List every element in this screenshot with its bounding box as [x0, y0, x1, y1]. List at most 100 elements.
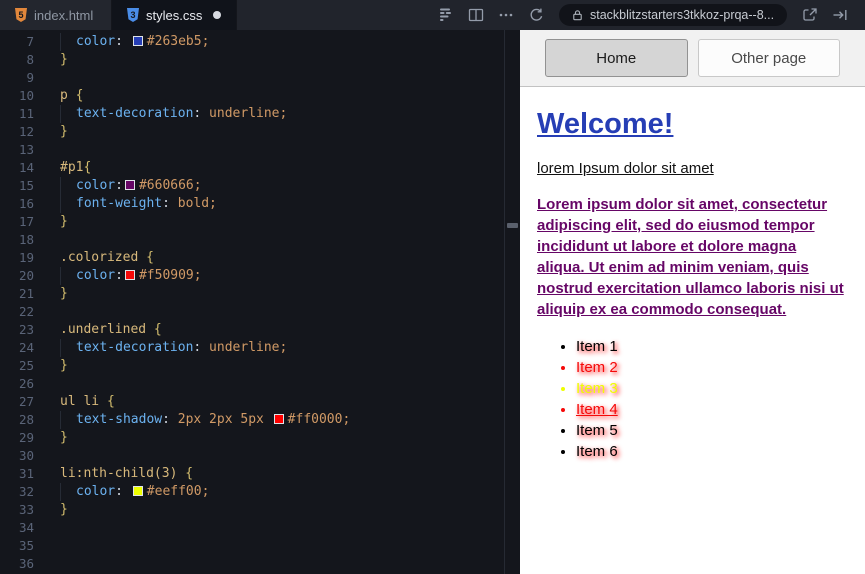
token-val: bold;: [169, 196, 217, 211]
code-line[interactable]: 17}: [0, 213, 520, 231]
code-line[interactable]: 19 .colorized {: [0, 249, 520, 267]
line-content: [34, 537, 60, 555]
token-prop: font-weight: [76, 196, 163, 211]
list-item: Item 3: [576, 378, 847, 399]
preview-content: Welcome! lorem Ipsum dolor sit amet Lore…: [520, 87, 865, 574]
tab-styles-css[interactable]: 3 styles.css: [112, 0, 238, 30]
indent-guide: [60, 33, 76, 51]
code-line[interactable]: 27 ul li {: [0, 393, 520, 411]
split-view-icon[interactable]: [461, 0, 491, 30]
indent-guide: [60, 339, 76, 357]
code-line[interactable]: 24 text-decoration: underline;: [0, 339, 520, 357]
preview-toolbar: stackblitzstarters3tkkoz-prqa--8...: [431, 0, 865, 30]
token-pn: :: [115, 484, 123, 499]
line-number: 33: [18, 502, 34, 517]
more-options-icon[interactable]: [491, 0, 521, 30]
token-prop: color: [76, 268, 116, 283]
indent-guide: [60, 177, 76, 195]
line-number: 27: [18, 394, 34, 409]
token-br: {: [153, 322, 162, 337]
token-br: {: [83, 160, 92, 175]
code-line[interactable]: 36: [0, 555, 520, 573]
code-line[interactable]: 30: [0, 447, 520, 465]
editor-scrollbar[interactable]: [504, 30, 520, 574]
code-line[interactable]: 7 color: #263eb5;: [0, 33, 520, 51]
code-line[interactable]: 12}: [0, 123, 520, 141]
other-page-button[interactable]: Other page: [697, 39, 840, 77]
tab-index-html[interactable]: 5 index.html: [0, 0, 112, 30]
token-prop: text-decoration: [76, 106, 194, 121]
line-number: 11: [18, 106, 34, 121]
preview-url-bar[interactable]: stackblitzstarters3tkkoz-prqa--8...: [559, 4, 787, 26]
color-swatch[interactable]: [124, 180, 135, 190]
preview-nav: Home Other page: [520, 30, 865, 87]
code-line[interactable]: 10 p {: [0, 87, 520, 105]
color-swatch[interactable]: [132, 36, 143, 46]
code-line[interactable]: 8}: [0, 51, 520, 69]
list-item: Item 4: [576, 399, 847, 420]
indent-guide: [60, 483, 76, 501]
line-number: 16: [18, 196, 34, 211]
code-line[interactable]: 21}: [0, 285, 520, 303]
code-line[interactable]: 14 #p1{: [0, 159, 520, 177]
dock-preview-icon[interactable]: [825, 0, 855, 30]
line-number: 7: [26, 34, 34, 49]
code-line[interactable]: 34: [0, 519, 520, 537]
code-line[interactable]: 33}: [0, 501, 520, 519]
color-swatch[interactable]: [132, 486, 143, 496]
scrollbar-thumb[interactable]: [507, 223, 518, 228]
code-lines[interactable]: 7 color: #263eb5; 8} 9 10 p {11 text-decoratio…: [0, 30, 520, 573]
tab-label: styles.css: [146, 7, 203, 23]
code-line[interactable]: 23 .underlined {: [0, 321, 520, 339]
code-line[interactable]: 28 text-shadow: 2px 2px 5px #ff0000;: [0, 411, 520, 429]
code-line[interactable]: 15 color: #660666;: [0, 177, 520, 195]
css3-file-icon: 3: [127, 8, 139, 22]
token-val: #f50909;: [138, 268, 202, 283]
code-line[interactable]: 29}: [0, 429, 520, 447]
code-line[interactable]: 9: [0, 69, 520, 87]
color-swatch[interactable]: [273, 414, 284, 424]
code-line[interactable]: 32 color: #eeff00;: [0, 483, 520, 501]
indent-guide: [60, 105, 76, 123]
code-line[interactable]: 20 color: #f50909;: [0, 267, 520, 285]
prettier-icon[interactable]: [431, 0, 461, 30]
welcome-heading: Welcome!: [537, 108, 674, 140]
token-br: }: [60, 124, 68, 139]
html5-file-icon: 5: [15, 8, 27, 22]
token-br: {: [75, 88, 84, 103]
list-item: Item 6: [576, 441, 847, 462]
token-pn: :: [115, 268, 123, 283]
token-val: 2px 2px 5px: [169, 412, 272, 427]
line-number: 30: [18, 448, 34, 463]
line-content: color: #f50909;: [34, 267, 202, 285]
color-swatch[interactable]: [124, 270, 135, 280]
code-line[interactable]: 18: [0, 231, 520, 249]
code-line[interactable]: 31 li:nth-child(3) {: [0, 465, 520, 483]
preview-url-text: stackblitzstarters3tkkoz-prqa--8...: [590, 8, 775, 22]
subtitle-text: lorem Ipsum dolor sit amet: [537, 160, 714, 177]
code-editor[interactable]: 7 color: #263eb5; 8} 9 10 p {11 text-decoratio…: [0, 30, 520, 574]
unsaved-changes-dot: [213, 11, 222, 19]
line-content: color: #263eb5;: [34, 33, 209, 51]
token-sel: p: [60, 88, 76, 103]
code-line[interactable]: 26: [0, 375, 520, 393]
line-number: 13: [18, 142, 34, 157]
line-content: }: [34, 213, 68, 231]
code-line[interactable]: 22: [0, 303, 520, 321]
home-button[interactable]: Home: [545, 39, 688, 77]
code-line[interactable]: 25}: [0, 357, 520, 375]
open-in-new-window-icon[interactable]: [795, 0, 825, 30]
code-line[interactable]: 11 text-decoration: underline;: [0, 105, 520, 123]
code-line[interactable]: 13: [0, 141, 520, 159]
refresh-icon[interactable]: [521, 0, 551, 30]
token-br: {: [106, 394, 115, 409]
line-number: 21: [18, 286, 34, 301]
token-val: #eeff00;: [146, 484, 210, 499]
line-content: }: [34, 285, 68, 303]
lorem-paragraph: Lorem ipsum dolor sit amet, consectetur …: [537, 196, 844, 318]
code-line[interactable]: 16 font-weight: bold;: [0, 195, 520, 213]
code-line[interactable]: 35: [0, 537, 520, 555]
token-br: }: [60, 430, 68, 445]
line-number: 17: [18, 214, 34, 229]
